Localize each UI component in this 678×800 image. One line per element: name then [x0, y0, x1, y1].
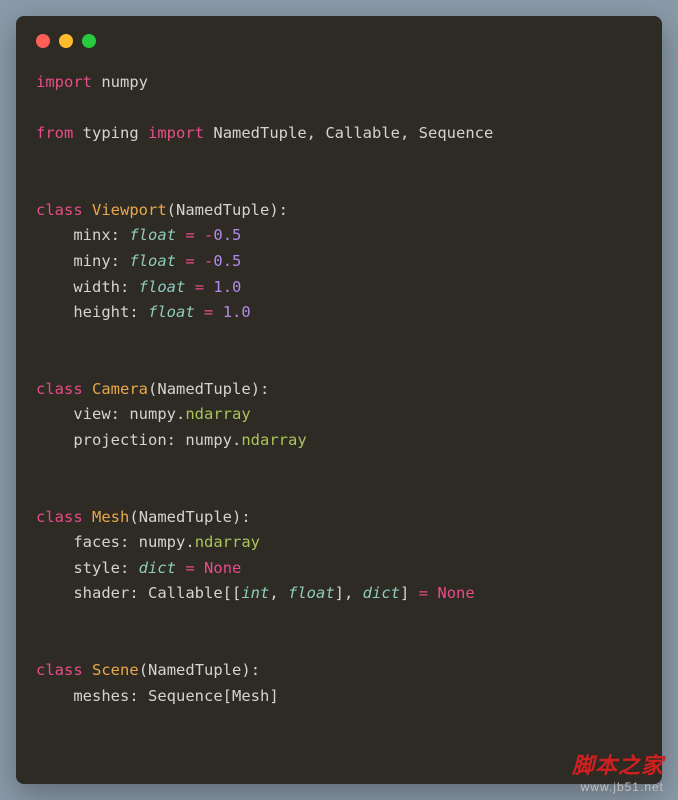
class-scene: Scene [92, 661, 139, 679]
code-window: import numpy from typing import NamedTup… [16, 16, 662, 784]
prop-style: style [73, 559, 120, 577]
keyword-import: import [36, 73, 92, 91]
type-float: float [129, 226, 176, 244]
op-eq: = [185, 226, 194, 244]
type-float: float [148, 303, 195, 321]
keyword-class: class [36, 661, 83, 679]
type-mesh: Mesh [232, 687, 269, 705]
type-float: float [129, 252, 176, 270]
prop-faces: faces [73, 533, 120, 551]
maximize-icon[interactable] [82, 34, 96, 48]
keyword-from: from [36, 124, 73, 142]
class-mesh: Mesh [92, 508, 129, 526]
window-titlebar [36, 34, 642, 48]
type-int: int [241, 584, 269, 602]
prop-minx: minx [73, 226, 110, 244]
attr-ndarray: ndarray [185, 405, 250, 423]
imported-types: NamedTuple, Callable, Sequence [213, 124, 493, 142]
op-eq: = [204, 303, 213, 321]
keyword-class: class [36, 508, 83, 526]
prop-width: width [73, 278, 120, 296]
base-namedtuple: NamedTuple [139, 508, 232, 526]
op-eq: = [419, 584, 428, 602]
keyword-class: class [36, 201, 83, 219]
op-neg: - [204, 252, 213, 270]
num-val: 1.0 [213, 278, 241, 296]
module-numpy: numpy [185, 431, 232, 449]
type-callable: Callable [148, 584, 223, 602]
module-numpy: numpy [101, 73, 148, 91]
close-icon[interactable] [36, 34, 50, 48]
module-numpy: numpy [139, 533, 186, 551]
attr-ndarray: ndarray [241, 431, 306, 449]
base-namedtuple: NamedTuple [176, 201, 269, 219]
prop-meshes: meshes [73, 687, 129, 705]
type-dict: dict [363, 584, 400, 602]
prop-view: view [73, 405, 110, 423]
val-none: None [437, 584, 474, 602]
op-eq: = [195, 278, 204, 296]
type-dict: dict [139, 559, 176, 577]
base-namedtuple: NamedTuple [148, 661, 241, 679]
prop-miny: miny [73, 252, 110, 270]
prop-shader: shader [73, 584, 129, 602]
prop-height: height [73, 303, 129, 321]
type-float: float [139, 278, 186, 296]
num-val: 0.5 [213, 252, 241, 270]
prop-projection: projection [73, 431, 166, 449]
class-viewport: Viewport [92, 201, 167, 219]
val-none: None [204, 559, 241, 577]
module-typing: typing [83, 124, 139, 142]
module-numpy: numpy [129, 405, 176, 423]
keyword-import: import [148, 124, 204, 142]
op-eq: = [185, 252, 194, 270]
op-neg: - [204, 226, 213, 244]
keyword-class: class [36, 380, 83, 398]
op-eq: = [185, 559, 194, 577]
code-block: import numpy from typing import NamedTup… [36, 70, 642, 709]
num-val: 1.0 [223, 303, 251, 321]
class-camera: Camera [92, 380, 148, 398]
minimize-icon[interactable] [59, 34, 73, 48]
num-val: 0.5 [213, 226, 241, 244]
type-float: float [288, 584, 335, 602]
base-namedtuple: NamedTuple [157, 380, 250, 398]
attr-ndarray: ndarray [195, 533, 260, 551]
type-sequence: Sequence [148, 687, 223, 705]
